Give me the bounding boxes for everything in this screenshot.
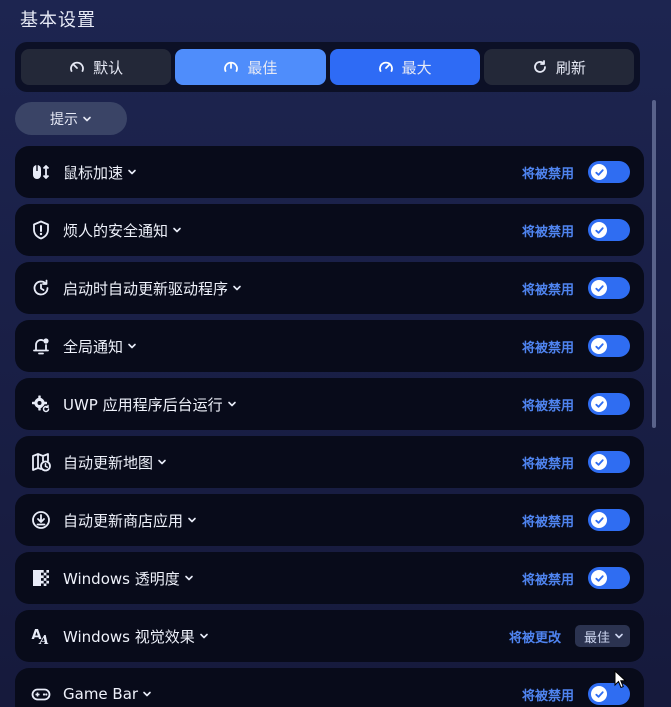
map-clock-icon bbox=[31, 452, 51, 472]
bell-icon bbox=[31, 336, 51, 356]
setting-toggle[interactable] bbox=[588, 509, 630, 531]
chevron-down-icon bbox=[199, 633, 208, 639]
gauge-mid-icon bbox=[224, 61, 239, 72]
download-circle-icon bbox=[31, 510, 51, 530]
chevron-down-icon bbox=[615, 633, 623, 639]
setting-label[interactable]: 启动时自动更新驱动程序 bbox=[63, 278, 242, 299]
chevron-down-icon bbox=[158, 459, 166, 465]
chevron-down-icon bbox=[143, 691, 151, 697]
setting-label[interactable]: UWP 应用程序后台运行 bbox=[63, 394, 237, 415]
check-icon bbox=[594, 458, 604, 466]
setting-toggle[interactable] bbox=[588, 277, 630, 299]
setting-label[interactable]: 鼠标加速 bbox=[63, 162, 137, 183]
settings-list: 鼠标加速 将被禁用 烦人的安全通知 将被禁用 启动时自动更新驱动程序 将被禁用 … bbox=[15, 146, 644, 707]
refresh-icon bbox=[534, 60, 546, 73]
preset-max-button[interactable]: 最大 bbox=[329, 49, 480, 85]
setting-status: 将被更改 bbox=[508, 630, 561, 646]
setting-label[interactable]: Windows 透明度 bbox=[63, 568, 194, 589]
setting-status: 将被禁用 bbox=[521, 456, 574, 472]
gamepad-icon bbox=[31, 684, 51, 704]
driver-update-icon bbox=[31, 278, 51, 298]
chevron-down-icon bbox=[227, 401, 236, 407]
setting-toggle[interactable] bbox=[588, 567, 630, 589]
gauge-high-icon bbox=[378, 61, 393, 72]
preset-label: 最佳 bbox=[247, 58, 278, 77]
font-style-icon: AA bbox=[31, 626, 51, 646]
chevron-down-icon bbox=[188, 517, 196, 523]
setting-label[interactable]: 全局通知 bbox=[63, 336, 137, 357]
setting-toggle[interactable] bbox=[588, 451, 630, 473]
setting-toggle[interactable] bbox=[588, 161, 630, 183]
setting-row-windows-visual-effects: AA Windows 视觉效果 将被更改 最佳 bbox=[15, 610, 644, 662]
setting-status: 将被禁用 bbox=[521, 688, 574, 704]
preset-refresh-button[interactable]: 刷新 bbox=[483, 49, 634, 85]
chevron-down-icon bbox=[184, 575, 193, 581]
chevron-down-icon bbox=[128, 169, 136, 175]
check-icon bbox=[594, 516, 604, 524]
setting-label[interactable]: 自动更新商店应用 bbox=[63, 510, 197, 531]
chevron-down-icon bbox=[233, 285, 241, 291]
shield-alert-icon bbox=[31, 220, 51, 240]
hint-label: 提示 bbox=[50, 111, 78, 128]
setting-status: 将被禁用 bbox=[521, 572, 574, 588]
setting-row-uwp-background: UWP 应用程序后台运行 将被禁用 bbox=[15, 378, 644, 430]
visual-effects-select[interactable]: 最佳 bbox=[574, 625, 630, 647]
setting-row-security-notifications: 烦人的安全通知 将被禁用 bbox=[15, 204, 644, 256]
preset-label: 刷新 bbox=[555, 58, 586, 77]
setting-label[interactable]: 烦人的安全通知 bbox=[63, 220, 182, 241]
gauge-low-icon bbox=[70, 61, 84, 72]
mouse-acceleration-icon bbox=[31, 162, 51, 182]
chevron-down-icon bbox=[83, 116, 91, 121]
setting-row-mouse-acceleration: 鼠标加速 将被禁用 bbox=[15, 146, 644, 198]
setting-row-game-bar: Game Bar 将被禁用 bbox=[15, 668, 644, 707]
transparency-icon bbox=[31, 568, 51, 588]
setting-row-driver-update: 启动时自动更新驱动程序 将被禁用 bbox=[15, 262, 644, 314]
check-icon bbox=[594, 284, 604, 292]
chevron-down-icon bbox=[173, 227, 181, 233]
check-icon bbox=[594, 400, 604, 408]
setting-label[interactable]: Game Bar bbox=[63, 685, 152, 703]
setting-toggle[interactable] bbox=[588, 219, 630, 241]
setting-label[interactable]: 自动更新地图 bbox=[63, 452, 167, 473]
setting-status: 将被禁用 bbox=[521, 166, 574, 182]
chevron-down-icon bbox=[128, 343, 136, 349]
check-icon bbox=[594, 342, 604, 350]
setting-status: 将被禁用 bbox=[521, 514, 574, 530]
setting-label[interactable]: Windows 视觉效果 bbox=[63, 626, 209, 647]
gear-refresh-icon bbox=[31, 394, 51, 414]
setting-status: 将被禁用 bbox=[521, 282, 574, 298]
setting-row-global-notifications: 全局通知 将被禁用 bbox=[15, 320, 644, 372]
check-icon bbox=[594, 574, 604, 582]
setting-row-windows-transparency: Windows 透明度 将被禁用 bbox=[15, 552, 644, 604]
setting-toggle[interactable] bbox=[588, 335, 630, 357]
setting-row-map-updates: 自动更新地图 将被禁用 bbox=[15, 436, 644, 488]
scrollbar[interactable] bbox=[652, 100, 656, 428]
preset-label: 默认 bbox=[93, 58, 124, 77]
select-value: 最佳 bbox=[583, 630, 610, 646]
page-title: 基本设置 bbox=[20, 10, 96, 31]
setting-status: 将被禁用 bbox=[521, 398, 574, 414]
setting-row-store-app-updates: 自动更新商店应用 将被禁用 bbox=[15, 494, 644, 546]
mouse-cursor-icon bbox=[614, 670, 627, 689]
svg-text:A: A bbox=[39, 633, 49, 646]
preset-best-button[interactable]: 最佳 bbox=[175, 49, 326, 85]
setting-status: 将被禁用 bbox=[521, 224, 574, 240]
setting-status: 将被禁用 bbox=[521, 340, 574, 356]
preset-label: 最大 bbox=[401, 58, 432, 77]
preset-default-button[interactable]: 默认 bbox=[21, 49, 172, 85]
setting-toggle[interactable] bbox=[588, 393, 630, 415]
check-icon bbox=[594, 168, 604, 176]
hint-dropdown-button[interactable]: 提示 bbox=[15, 102, 127, 135]
preset-bar: 默认 最佳 最大 刷新 bbox=[15, 42, 640, 92]
check-icon bbox=[594, 226, 604, 234]
check-icon bbox=[594, 690, 604, 698]
